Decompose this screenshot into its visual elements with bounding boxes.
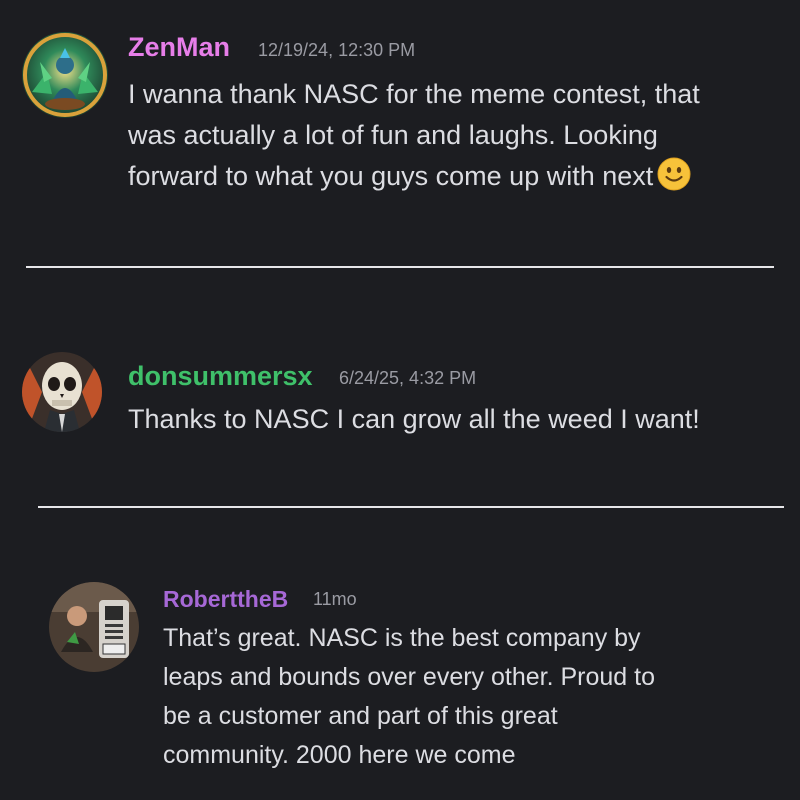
message-line: forward to what you guys come up with ne… [128,161,654,191]
message-line: leaps and bounds over every other. Proud… [163,663,655,691]
message-line: Thanks to NASC I can grow all the weed I… [128,404,700,434]
avatar[interactable] [22,352,102,432]
message-line: That’s great. NASC is the best company b… [163,624,641,652]
timestamp: 12/19/24, 12:30 PM [258,40,416,60]
timestamp: 6/24/25, 4:32 PM [339,368,477,388]
slightly-smiling-face-icon [657,157,691,203]
message-line: be a customer and part of this great [163,702,558,730]
avatar[interactable] [22,32,108,118]
message-text: Thanks to NASC I can grow all the weed I… [128,399,700,440]
screenshot-page: ZenMan 12/19/24, 12:30 PM I wanna thank … [0,0,800,800]
message-line: was actually a lot of fun and laughs. Lo… [128,120,658,150]
divider [26,266,774,268]
avatar[interactable] [49,582,139,672]
avatar-image [22,32,108,118]
message-text: That’s great. NASC is the best company b… [163,619,655,775]
username[interactable]: ZenMan [128,32,230,63]
timestamp: 11mo [313,589,357,609]
username[interactable]: RoberttheB [163,586,288,613]
message-line-with-emoji: forward to what you guys come up with ne… [128,156,700,203]
avatar-image [49,582,139,672]
message-line: community. 2000 here we come [163,741,516,769]
message-line: I wanna thank NASC for the meme contest,… [128,79,700,109]
divider [38,506,784,508]
message-text: I wanna thank NASC for the meme contest,… [128,74,700,203]
username[interactable]: donsummersx [128,361,313,392]
avatar-image [22,352,102,432]
